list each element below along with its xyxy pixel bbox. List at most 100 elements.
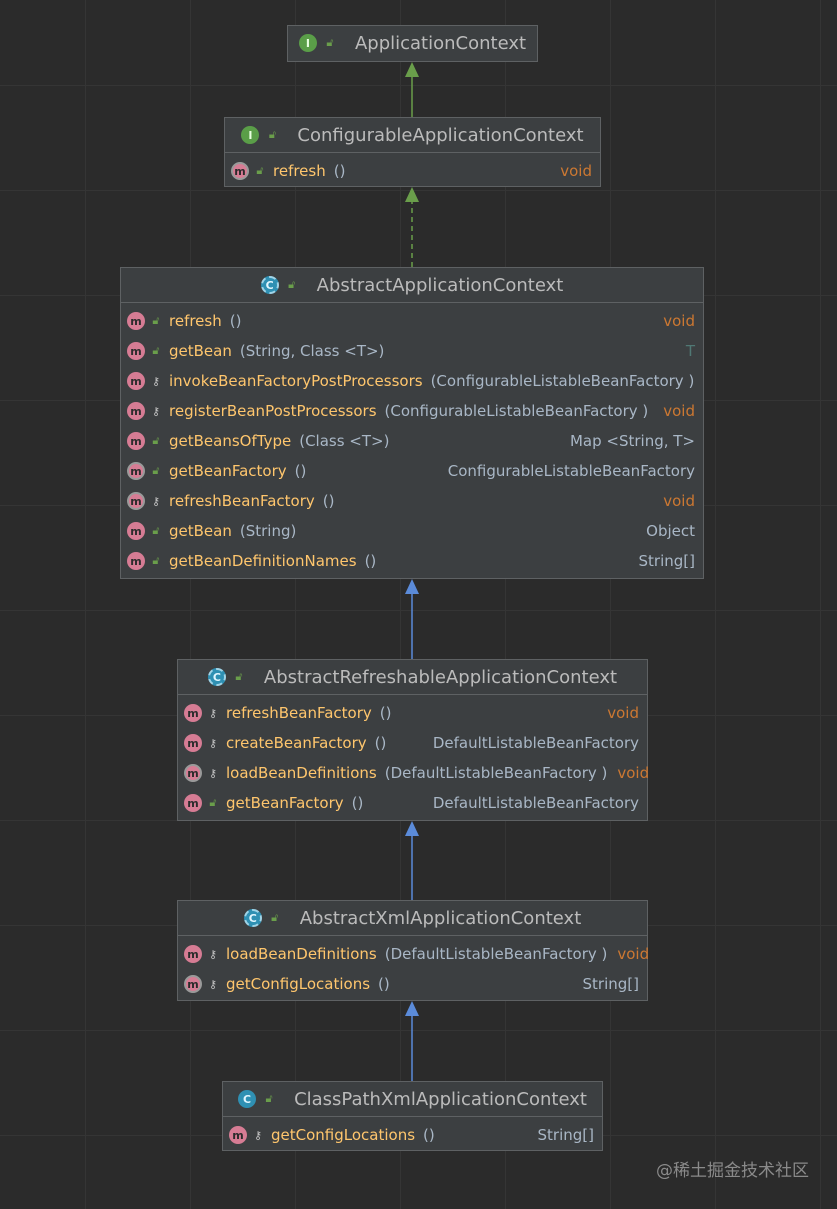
abstract-method-icon: m — [184, 975, 202, 993]
method-params: (DefaultListableBeanFactory ) — [384, 945, 608, 963]
method-name: invokeBeanFactoryPostProcessors — [169, 372, 423, 390]
method-params: () — [333, 162, 346, 180]
public-lock-icon: 🔓︎ — [235, 670, 243, 683]
method-name: getBeansOfType — [169, 432, 292, 450]
method-name: loadBeanDefinitions — [226, 945, 377, 963]
inheritance-arrowhead — [405, 62, 419, 77]
method-return-type: void — [560, 162, 592, 180]
method-icon: m — [127, 312, 145, 330]
public-lock-icon: 🔓︎ — [152, 314, 160, 327]
method-name: getConfigLocations — [271, 1126, 416, 1144]
method-icon: m — [127, 552, 145, 570]
method-params: (Class <T>) — [299, 432, 390, 450]
method-row-load-bean-definitions[interactable]: m ⚷ loadBeanDefinitions (DefaultListableBea… — [178, 758, 650, 788]
method-return-type: String[] — [582, 975, 639, 993]
method-row-get-config-locations[interactable]: m ⚷ getConfigLocations () String[] — [223, 1120, 602, 1150]
method-row-get-bean-definition-names[interactable]: m 🔓︎ getBeanDefinitionNames () String[] — [121, 546, 703, 576]
method-row-invoke-bean-factory-post-processors[interactable]: m ⚷ invokeBeanFactoryPostProcessors (Config… — [121, 366, 703, 396]
method-return-type: void — [663, 492, 695, 510]
method-icon: m — [184, 945, 202, 963]
class-header: I 🔓︎ ConfigurableApplicationContext — [225, 118, 600, 153]
method-return-type: Object — [646, 522, 695, 540]
class-node-abstract-xml-application-context[interactable]: C 🔓︎ AbstractXmlApplicationContext m ⚷ loadBe… — [177, 900, 650, 1001]
method-row-refresh[interactable]: m 🔓︎ refresh () void — [121, 306, 703, 336]
public-lock-icon: 🔓︎ — [152, 434, 160, 447]
abstract-class-icon: C — [260, 276, 279, 294]
protected-key-icon: ⚷ — [208, 736, 218, 750]
method-icon: m — [184, 704, 202, 722]
method-row-get-bean-factory[interactable]: m 🔓︎ getBeanFactory () DefaultListableBeanFa… — [178, 788, 647, 818]
abstract-class-icon: C — [207, 668, 226, 686]
class-node-configurable-application-context[interactable]: I 🔓︎ ConfigurableApplicationContext m 🔓︎ refr… — [224, 117, 601, 187]
method-params: () — [364, 552, 377, 570]
method-row-refresh[interactable]: m 🔓︎ refresh () void — [225, 156, 600, 186]
method-row-get-beans-of-type[interactable]: m 🔓︎ getBeansOfType (Class <T>) Map <String,… — [121, 426, 703, 456]
method-name: getBean — [169, 342, 232, 360]
method-row-refresh-bean-factory[interactable]: m ⚷ refreshBeanFactory () void — [178, 698, 647, 728]
method-params: () — [322, 492, 335, 510]
class-header: C 🔓︎ AbstractRefreshableApplicationContext — [178, 660, 647, 695]
method-params: () — [294, 462, 307, 480]
method-name: getBeanFactory — [169, 462, 287, 480]
method-params: () — [374, 734, 387, 752]
method-name: refreshBeanFactory — [169, 492, 315, 510]
method-name: getBeanFactory — [226, 794, 344, 812]
method-name: refresh — [169, 312, 222, 330]
class-node-abstract-application-context[interactable]: C 🔓︎ AbstractApplicationContext m 🔓︎ refresh (… — [120, 267, 704, 579]
method-row-load-bean-definitions[interactable]: m ⚷ loadBeanDefinitions (DefaultListableBea… — [178, 939, 650, 969]
method-icon: m — [127, 522, 145, 540]
protected-key-icon: ⚷ — [208, 706, 218, 720]
interface-icon: I — [298, 34, 317, 52]
public-lock-icon: 🔓︎ — [268, 128, 276, 141]
method-name: registerBeanPostProcessors — [169, 402, 377, 420]
method-return-type: void — [617, 764, 650, 782]
watermark: @稀土掘金技术社区 — [656, 1161, 809, 1181]
public-lock-icon: 🔓︎ — [152, 464, 160, 477]
protected-key-icon: ⚷ — [253, 1128, 263, 1142]
class-name: ClassPathXmlApplicationContext — [294, 1088, 587, 1110]
class-icon: C — [238, 1090, 257, 1108]
protected-key-icon: ⚷ — [151, 494, 161, 508]
method-row-refresh-bean-factory[interactable]: m ⚷ refreshBeanFactory () void — [121, 486, 703, 516]
method-params: () — [229, 312, 242, 330]
inheritance-arrowhead — [405, 821, 419, 836]
member-list: m 🔓︎ refresh () void m 🔓︎ getBean (String, Class… — [121, 303, 703, 578]
method-row-get-bean-factory[interactable]: m 🔓︎ getBeanFactory () ConfigurableListableB… — [121, 456, 703, 486]
protected-key-icon: ⚷ — [208, 947, 218, 961]
method-params: () — [351, 794, 364, 812]
class-node-application-context[interactable]: I 🔓︎ ApplicationContext — [287, 25, 538, 62]
abstract-method-icon: m — [127, 462, 145, 480]
class-node-class-path-xml-application-context[interactable]: C 🔓︎ ClassPathXmlApplicationContext m ⚷ getCo… — [222, 1081, 603, 1151]
abstract-class-icon: C — [243, 909, 262, 927]
inheritance-arrowhead — [405, 187, 419, 202]
method-icon: m — [127, 402, 145, 420]
method-name: getConfigLocations — [226, 975, 371, 993]
protected-key-icon: ⚷ — [151, 404, 161, 418]
class-header: C 🔓︎ ClassPathXmlApplicationContext — [223, 1082, 602, 1117]
method-row-get-config-locations[interactable]: m ⚷ getConfigLocations () String[] — [178, 969, 647, 999]
public-lock-icon: 🔓︎ — [271, 911, 279, 924]
method-return-type: Map <String, T> — [569, 432, 695, 450]
member-list: m ⚷ refreshBeanFactory() void m ⚷ createBeanFa… — [178, 695, 650, 820]
method-row-get-bean[interactable]: m 🔓︎ getBean (String, Class <T>) T — [121, 336, 703, 366]
method-row-get-bean[interactable]: m 🔓︎ getBean (String) Object — [121, 516, 703, 546]
method-return-type: void — [663, 402, 695, 420]
class-name: ApplicationContext — [354, 32, 527, 54]
inheritance-arrowhead — [405, 1001, 419, 1016]
method-return-type: void — [617, 945, 650, 963]
public-lock-icon: 🔓︎ — [152, 554, 160, 567]
method-row-register-bean-post-processors[interactable]: m ⚷ registerBeanPostProcessors (Configurabl… — [121, 396, 703, 426]
protected-key-icon: ⚷ — [151, 374, 161, 388]
public-lock-icon: 🔓︎ — [209, 796, 217, 809]
method-row-create-bean-factory[interactable]: m ⚷ createBeanFactory () DefaultListableBean… — [178, 728, 647, 758]
class-node-abstract-refreshable-application-context[interactable]: C 🔓︎ AbstractRefreshableApplicationContext… — [177, 659, 650, 821]
public-lock-icon: 🔓︎ — [256, 164, 264, 177]
method-name: refreshBeanFactory — [226, 704, 372, 722]
class-name: AbstractXmlApplicationContext — [299, 907, 582, 929]
member-list: m 🔓︎ refresh () void — [225, 153, 600, 188]
method-return-type: void — [607, 704, 639, 722]
method-return-type: String[] — [638, 552, 695, 570]
method-icon: m — [127, 342, 145, 360]
method-name: getBean — [169, 522, 232, 540]
class-name: ConfigurableApplicationContext — [297, 124, 584, 146]
